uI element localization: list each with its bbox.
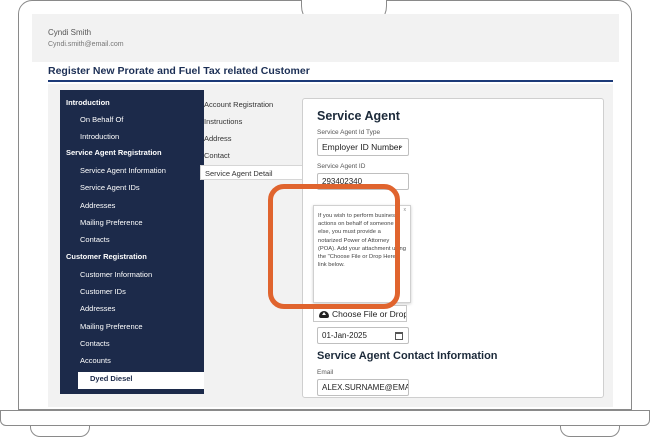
sidebar-item-customer-ids[interactable]: Customer IDs <box>60 287 204 303</box>
heading-divider <box>48 80 613 82</box>
step-instructions[interactable]: Instructions <box>204 117 242 126</box>
cloud-upload-icon <box>319 311 329 318</box>
page-title: Register New Prorate and Fuel Tax relate… <box>48 65 310 77</box>
panel-title: Service Agent <box>317 109 400 123</box>
sidebar-item-service-agent-ids[interactable]: Service Agent IDs <box>60 183 204 199</box>
id-type-select[interactable]: Employer ID Number ⌄ <box>317 138 409 156</box>
sidebar-item-customer-mailing-preference[interactable]: Mailing Preference <box>60 322 204 338</box>
sidebar-item-service-agent-registration[interactable]: Service Agent Registration <box>60 148 204 164</box>
sidebar-item-customer-contacts[interactable]: Contacts <box>60 339 204 355</box>
laptop-base <box>0 410 650 426</box>
laptop-foot-right <box>560 425 620 437</box>
sidebar-item-accounts[interactable]: Accounts <box>60 356 204 372</box>
laptop-foot-left <box>30 425 90 437</box>
calendar-icon[interactable] <box>395 332 403 340</box>
step-service-agent-detail[interactable]: Service Agent Detail <box>200 165 302 180</box>
service-agent-id-label: Service Agent ID <box>317 163 366 170</box>
email-label: Email <box>317 369 334 376</box>
user-bar: Cyndi Smith Cyndi.smith@email.com <box>32 14 619 62</box>
sidebar-item-customer-addresses[interactable]: Addresses <box>60 304 204 320</box>
user-email: Cyndi.smith@email.com <box>48 41 124 48</box>
sidebar-item-addresses[interactable]: Addresses <box>60 201 204 217</box>
sidebar-item-contacts[interactable]: Contacts <box>60 235 204 251</box>
screen: Cyndi Smith Cyndi.smith@email.com Regist… <box>32 14 619 407</box>
sidebar-item-introduction[interactable]: Introduction <box>60 132 204 148</box>
sidebar-item-customer-information[interactable]: Customer Information <box>60 270 204 286</box>
choose-file-label: Choose File or Drop Here <box>332 309 407 319</box>
sidebar-item-mailing-preference[interactable]: Mailing Preference <box>60 218 204 234</box>
id-type-label: Service Agent Id Type <box>317 129 381 136</box>
sidebar-item-service-agent-information[interactable]: Service Agent Information <box>60 166 204 182</box>
id-type-value: Employer ID Number <box>322 142 402 152</box>
user-name: Cyndi Smith <box>48 28 92 37</box>
sidebar-item-introduction-section[interactable]: Introduction <box>60 98 204 114</box>
contact-section-title: Service Agent Contact Information <box>317 350 498 362</box>
step-contact[interactable]: Contact <box>204 151 230 160</box>
highlight-ring <box>268 184 400 309</box>
sidebar-item-on-behalf-of[interactable]: On Behalf Of <box>60 115 204 131</box>
chevron-down-icon: ⌄ <box>397 141 404 150</box>
date-value: 01-Jan-2025 <box>322 331 367 340</box>
email-input[interactable]: ALEX.SURNAME@EMAIL.COM <box>317 379 409 396</box>
sidebar-nav: Introduction On Behalf Of Introduction S… <box>60 90 204 394</box>
step-address[interactable]: Address <box>204 134 232 143</box>
date-input[interactable]: 01-Jan-2025 <box>317 327 409 344</box>
sidebar-item-customer-registration[interactable]: Customer Registration <box>60 252 204 268</box>
sidebar-item-dyed-diesel[interactable]: Dyed Diesel <box>78 372 204 389</box>
step-account-registration[interactable]: Account Registration <box>204 100 273 109</box>
